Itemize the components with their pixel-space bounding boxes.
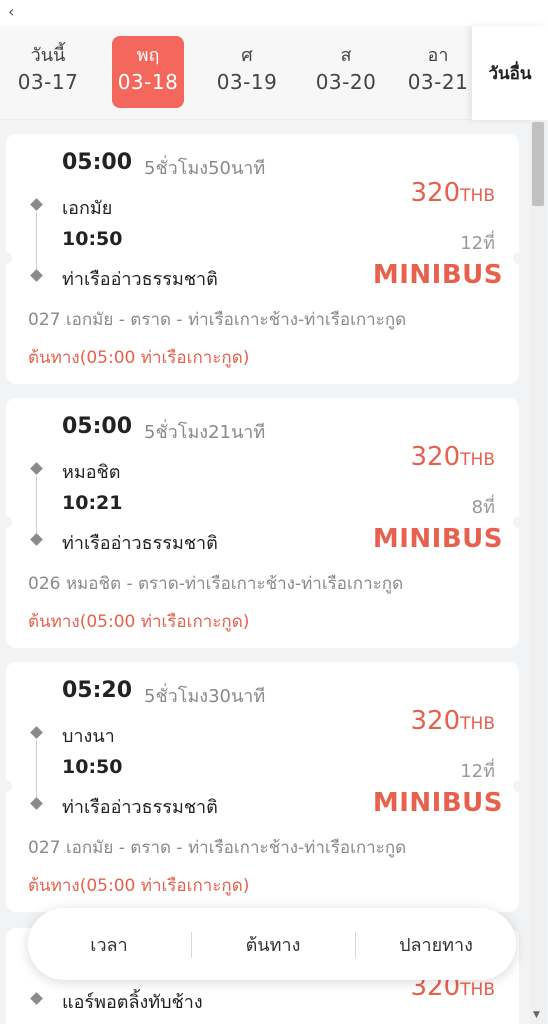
date-tab-date: 03-19 <box>216 70 278 94</box>
date-tab-0321[interactable]: อา 03-21 <box>402 36 474 108</box>
arrival-time: 10:21 <box>62 492 123 514</box>
origin-marker-icon <box>30 462 43 475</box>
destination-marker-icon <box>30 797 43 810</box>
trip-duration: 5ชั่วโมง30นาที <box>144 686 266 707</box>
ticket-notch <box>0 780 12 792</box>
destination-marker-icon <box>30 269 43 282</box>
arrival-time: 10:50 <box>62 228 123 250</box>
top-bar: ‹ <box>0 0 548 26</box>
route-text: 027 เอกมัย - ตราด - ท่าเรือเกาะช้าง-ท่าเ… <box>28 310 407 330</box>
date-tab-day: พฤ <box>136 45 160 66</box>
origin-station: แอร์พอตลิ้งทับช้าง <box>62 992 203 1013</box>
price-amount: 320 <box>410 706 461 736</box>
price-currency: THB <box>460 450 495 470</box>
trip-card[interactable]: 05:00 5ชั่วโมง50นาที เอกมัย 10:50 ท่าเรื… <box>0 134 525 384</box>
seats-available: 12ที่ <box>460 761 495 782</box>
route-description: 026 หมอชิต - ตราด-ท่าเรือเกาะช้าง-ท่าเรื… <box>28 565 498 641</box>
vehicle-type: MINIBUS <box>372 260 503 290</box>
scroll-down-arrow-icon[interactable]: ▼ <box>533 1010 540 1020</box>
other-day-button[interactable]: วันอื่น <box>472 26 548 120</box>
price-currency: THB <box>460 980 495 1000</box>
price-currency: THB <box>460 186 495 206</box>
date-tab-0317[interactable]: วันนี้ 03-17 <box>12 36 84 108</box>
seats-available: 8ที่ <box>471 497 495 518</box>
back-arrow-icon[interactable]: ‹ <box>8 2 28 22</box>
departure-time: 05:00 <box>62 414 133 439</box>
arrival-time: 10:50 <box>62 756 123 778</box>
scrollbar[interactable]: ▼ <box>530 120 546 1024</box>
price: 320THB <box>411 442 495 472</box>
route-line <box>36 212 37 274</box>
destination-station: ท่าเรืออ่าวธรรมชาติ <box>62 269 218 290</box>
date-tab-date: 03-20 <box>315 70 377 94</box>
origin-marker-icon <box>30 198 43 211</box>
date-tab-0318[interactable]: พฤ 03-18 <box>112 36 184 108</box>
vehicle-type: MINIBUS <box>372 524 503 554</box>
price: 320THB <box>411 706 495 736</box>
departure-time: 05:20 <box>62 678 133 703</box>
price-amount: 320 <box>410 178 461 208</box>
sort-by-destination-button[interactable]: ปลายทาง <box>356 908 516 980</box>
route-description: 027 เอกมัย - ตราด - ท่าเรือเกาะช้าง-ท่าเ… <box>28 301 498 377</box>
ticket-notch <box>513 516 525 528</box>
route-origin-note: ต้นทาง(05:00 ท่าเรือเกาะกูด) <box>28 348 250 368</box>
departure-time: 05:00 <box>62 150 133 175</box>
destination-marker-icon <box>30 533 43 546</box>
seats-available: 12ที่ <box>460 233 495 254</box>
origin-marker-icon <box>30 992 43 1005</box>
origin-marker-icon <box>30 726 43 739</box>
origin-station: บางนา <box>62 726 115 747</box>
route-line <box>36 740 37 802</box>
date-tab-day: ส <box>340 45 352 66</box>
price: 320THB <box>411 178 495 208</box>
route-line <box>36 476 37 538</box>
ticket-notch <box>513 252 525 264</box>
date-selector: วันนี้ 03-17 พฤ 03-18 ศ 03-19 ส 03-20 อา… <box>0 26 548 120</box>
date-tab-date: 03-18 <box>117 70 179 94</box>
trip-duration: 5ชั่วโมง50นาที <box>144 158 266 179</box>
date-tab-day: ศ <box>241 45 253 66</box>
destination-station: ท่าเรืออ่าวธรรมชาติ <box>62 797 218 818</box>
origin-station: เอกมัย <box>62 198 113 219</box>
destination-station: ท่าเรืออ่าวธรรมชาติ <box>62 533 218 554</box>
price-amount: 320 <box>410 442 461 472</box>
scrollbar-thumb[interactable] <box>532 122 544 206</box>
date-tab-date: 03-17 <box>17 70 79 94</box>
ticket-notch <box>513 780 525 792</box>
date-tab-date: 03-21 <box>407 70 469 94</box>
route-origin-note: ต้นทาง(05:00 ท่าเรือเกาะกูด) <box>28 876 250 896</box>
route-origin-note: ต้นทาง(05:00 ท่าเรือเกาะกูด) <box>28 612 250 632</box>
route-text: 027 เอกมัย - ตราด - ท่าเรือเกาะช้าง-ท่าเ… <box>28 838 407 858</box>
trip-card[interactable]: 05:20 5ชั่วโมง30นาที บางนา 10:50 ท่าเรือ… <box>0 662 525 912</box>
trip-duration: 5ชั่วโมง21นาที <box>144 422 266 443</box>
sort-bar: เวลา ต้นทาง ปลายทาง <box>28 908 516 980</box>
date-tab-day: อา <box>427 45 449 66</box>
ticket-notch <box>0 252 12 264</box>
origin-station: หมอชิต <box>62 462 121 483</box>
route-text: 026 หมอชิต - ตราด-ท่าเรือเกาะช้าง-ท่าเรื… <box>28 574 404 594</box>
trip-card[interactable]: 05:00 5ชั่วโมง21นาที หมอชิต 10:21 ท่าเรื… <box>0 398 525 648</box>
date-tab-0319[interactable]: ศ 03-19 <box>211 36 283 108</box>
ticket-notch <box>0 516 12 528</box>
sort-by-origin-button[interactable]: ต้นทาง <box>192 908 354 980</box>
date-tab-0320[interactable]: ส 03-20 <box>310 36 382 108</box>
date-tab-day: วันนี้ <box>30 45 66 66</box>
vehicle-type: MINIBUS <box>372 788 503 818</box>
route-description: 027 เอกมัย - ตราด - ท่าเรือเกาะช้าง-ท่าเ… <box>28 829 498 905</box>
price-currency: THB <box>460 714 495 734</box>
sort-by-time-button[interactable]: เวลา <box>28 908 190 980</box>
